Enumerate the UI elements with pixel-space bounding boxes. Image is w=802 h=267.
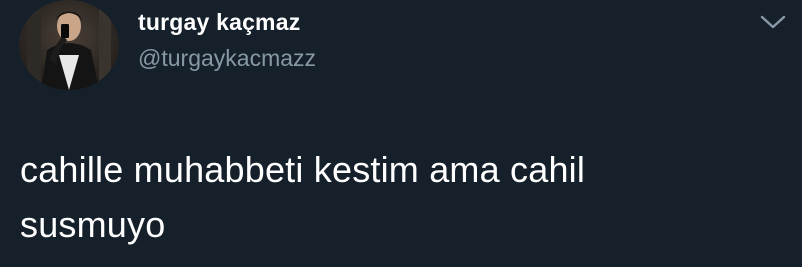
author-handle[interactable]: @turgaykacmazz — [138, 45, 316, 72]
tweet-text-line: susmuyo — [20, 204, 166, 245]
author-display-name[interactable]: turgay kaçmaz — [138, 9, 300, 36]
chevron-down-icon[interactable] — [757, 10, 789, 34]
avatar-photo-icon — [19, 0, 119, 90]
author-avatar[interactable] — [19, 0, 119, 90]
tweet-text-line: cahille muhabbeti kestim ama cahil — [20, 149, 586, 190]
tweet-text: cahille muhabbeti kestim ama cahil susmu… — [20, 142, 760, 252]
tweet-card: turgay kaçmaz @turgaykacmazz cahille muh… — [0, 0, 802, 267]
